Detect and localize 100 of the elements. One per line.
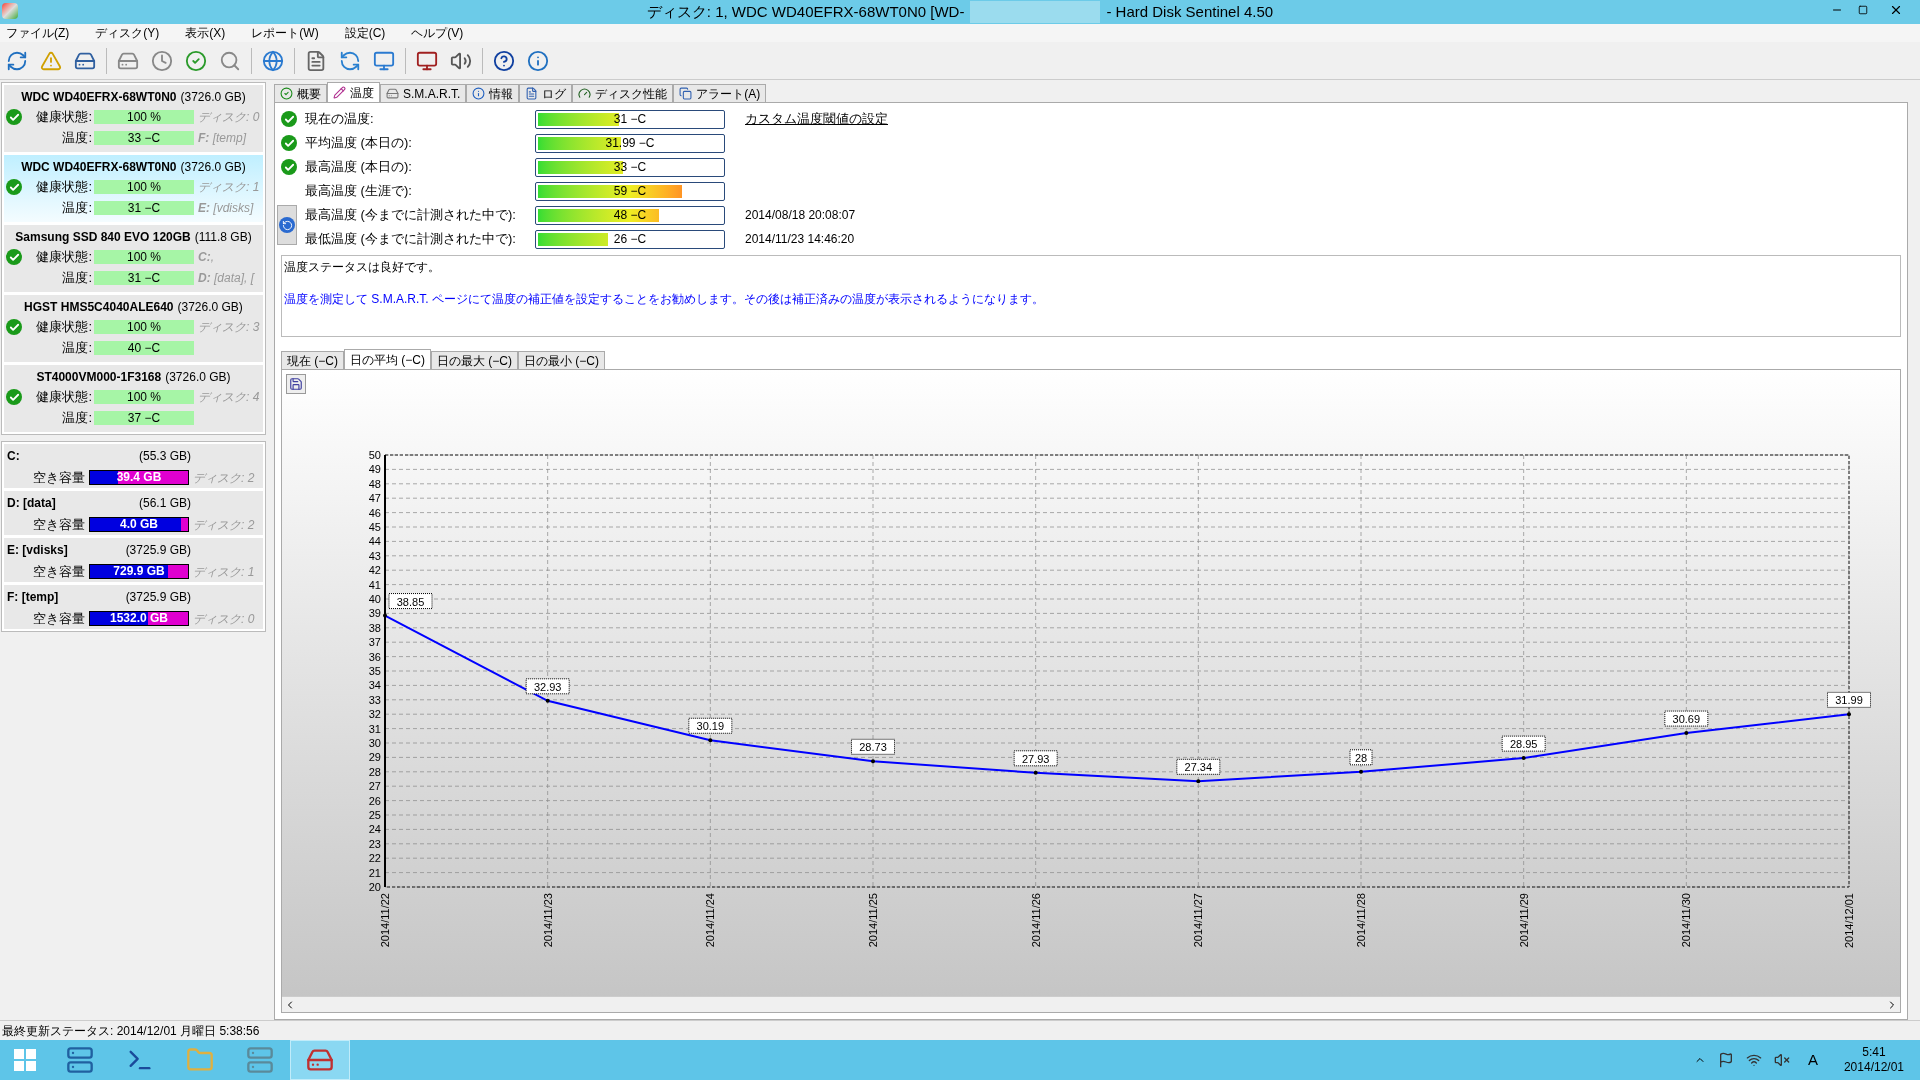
level-bar: 40 −C — [94, 341, 194, 355]
refresh-icon — [6, 49, 28, 72]
taskbar-app-button[interactable] — [290, 1040, 350, 1080]
volume-card[interactable]: D: [data] (56.1 GB) 空き容量 4.0 GB ディスク: 2 — [4, 491, 263, 535]
field-label: 健康状態: — [35, 248, 93, 267]
axis-tick-label: 2014/11/29 — [1517, 893, 1530, 948]
field-label: 温度: — [61, 199, 93, 218]
disk-card[interactable]: WDC WD40EFRX-68WT0N0 (3726.0 GB) 健康状態: 100 % ディスク: 1 温度: 31 −C E: [vdisks] — [4, 155, 263, 222]
warning-icon — [40, 49, 62, 72]
field-label: 温度: — [61, 339, 93, 358]
mute-icon[interactable] — [1773, 1052, 1790, 1068]
volume-card[interactable]: E: [vdisks] (3725.9 GB) 空き容量 729.9 GB ディスク: 1 — [4, 538, 263, 582]
level-bar: 31 −C — [94, 201, 194, 215]
check-icon — [6, 389, 22, 405]
axis-tick-label: 2014/11/23 — [541, 893, 554, 948]
menu-item[interactable]: 表示(X) — [185, 24, 226, 42]
monitor-icon — [416, 49, 438, 72]
data-point — [708, 738, 713, 743]
tab[interactable]: 温度 — [327, 82, 380, 102]
temperature-label: 最高温度 (本日の): — [305, 158, 413, 177]
clock-icon — [151, 49, 173, 72]
field-label: 空き容量 — [32, 563, 86, 581]
axis-tick-label: 46 — [368, 506, 381, 519]
disk-note: D: [data], [ — [198, 270, 255, 287]
tab[interactable]: 概要 — [274, 84, 327, 102]
axis-tick-label: 28 — [368, 765, 381, 778]
axis-tick-label: 42 — [368, 564, 381, 577]
tab[interactable]: 情報 — [466, 84, 520, 102]
menu-item[interactable]: 設定(C) — [344, 24, 386, 42]
data-point — [1359, 769, 1363, 774]
close-icon — [1889, 3, 1903, 17]
flag-icon[interactable] — [1717, 1052, 1734, 1068]
chart-tab[interactable]: 日の最小 (−C) — [518, 351, 605, 369]
level-bar: 100 % — [94, 320, 194, 334]
field-label: 温度: — [61, 269, 93, 288]
axis-tick-label: 33 — [368, 693, 381, 706]
field-label: 空き容量 — [32, 610, 86, 628]
copy-icon — [679, 87, 693, 100]
field-label: 温度: — [61, 409, 93, 428]
threshold-link[interactable]: カスタム温度閾値の設定 — [745, 109, 888, 129]
data-label: 28.73 — [859, 741, 887, 754]
monitor-icon — [373, 49, 395, 72]
level-bar: 100 % — [94, 110, 194, 124]
data-label: 28.95 — [1501, 735, 1546, 752]
check-icon — [281, 111, 297, 127]
field-label: 温度: — [61, 129, 93, 148]
temperature-label: 最高温度 (今までに計測された中で): — [305, 206, 517, 225]
temperature-label: 現在の温度: — [305, 110, 375, 129]
chart-tab[interactable]: 現在 (−C) — [281, 351, 344, 369]
check-icon — [6, 179, 22, 195]
chart-tab[interactable]: 日の平均 (−C) — [344, 349, 431, 369]
tab[interactable]: アラート(A) — [673, 84, 767, 102]
disk-size: (3726.0 GB) — [180, 89, 246, 106]
save-icon — [289, 377, 303, 391]
menu-item[interactable]: レポート(W) — [251, 24, 319, 42]
data-label: 27.93 — [1013, 750, 1058, 767]
disk-card[interactable]: HGST HMS5C4040ALE640 (3726.0 GB) 健康状態: 100 % ディスク: 3 温度: 40 −C — [4, 295, 263, 362]
axis-tick-label: 22 — [368, 852, 381, 865]
menu-item[interactable]: ヘルプ(V) — [411, 24, 464, 42]
temperature-value: 48 −C — [612, 206, 648, 224]
disk-card[interactable]: WDC WD40EFRX-68WT0N0 (3726.0 GB) 健康状態: 100 % ディスク: 0 温度: 33 −C F: [temp] — [4, 85, 263, 152]
hard-drive-icon — [386, 87, 399, 100]
tab[interactable]: S.M.A.R.T. — [380, 84, 467, 102]
disk-card[interactable]: Samsung SSD 840 EVO 120GB (111.8 GB) 健康状態: 100 % C:, 温度: 31 −C D: [data], [ — [4, 225, 263, 292]
axis-tick-label: 36 — [368, 650, 381, 663]
data-point — [545, 698, 550, 703]
axis-tick-label: 30 — [368, 737, 381, 749]
data-label: 31.99 — [1827, 691, 1871, 708]
disk-name: Samsung SSD 840 EVO 120GB — [15, 229, 191, 246]
volume-card[interactable]: F: [temp] (3725.9 GB) 空き容量 1532.0 GB ディスク: 0 — [4, 585, 263, 629]
ime-indicator[interactable]: A — [1807, 1048, 1818, 1072]
axis-tick-label: 26 — [368, 794, 381, 807]
temperature-date: 2014/11/23 14:46:20 — [745, 231, 855, 248]
reset-button[interactable] — [277, 205, 297, 245]
tab[interactable]: ログ — [519, 84, 573, 102]
disk-card[interactable]: ST4000VM000-1F3168 (3726.0 GB) 健康状態: 100 % ディスク: 4 温度: 37 −C — [4, 365, 263, 432]
disk-note: ディスク: 3 — [198, 319, 260, 336]
data-point — [1521, 756, 1526, 761]
disk-size: (3726.0 GB) — [165, 369, 231, 386]
temperature-value: 26 −C — [612, 230, 648, 248]
data-point — [1196, 779, 1201, 784]
tab[interactable]: ディスク性能 — [572, 84, 674, 102]
axis-tick-label: 39 — [368, 607, 381, 620]
menu-item[interactable]: ファイル(Z) — [6, 24, 70, 42]
window-title: - Hard Disk Sentinel 4.50 — [1106, 1, 1274, 22]
clock[interactable]: 5:41 2014/12/01 — [1843, 1045, 1904, 1075]
data-label: 38.85 — [388, 593, 433, 610]
level-bar: 33 −C — [94, 131, 194, 145]
axis-tick-label: 40 — [368, 593, 381, 605]
axis-tick-label: 48 — [368, 477, 381, 490]
disk-note: E: [vdisks] — [198, 200, 254, 217]
horizontal-scrollbar[interactable] — [282, 996, 1900, 1012]
axis-tick-label: 2014/11/22 — [379, 893, 391, 948]
chart-tab[interactable]: 日の最大 (−C) — [431, 351, 518, 369]
network-icon[interactable] — [1745, 1052, 1762, 1068]
level-bar: 100 % — [94, 180, 194, 194]
menu-item[interactable]: ディスク(Y) — [95, 24, 160, 42]
server-icon — [246, 1046, 274, 1074]
data-point — [1033, 770, 1038, 775]
save-button[interactable] — [286, 374, 306, 394]
